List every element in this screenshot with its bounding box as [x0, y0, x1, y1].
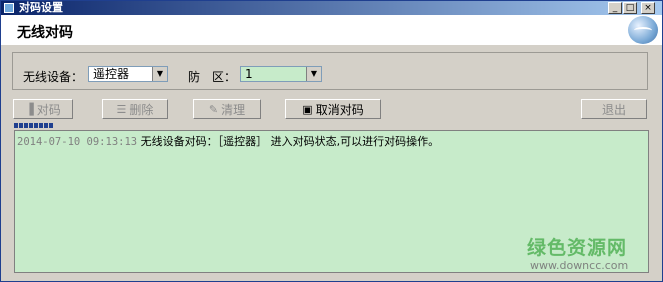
clear-button[interactable]: ✎ 清理: [193, 99, 261, 119]
log-message: 无线设备对码：［遥控器］ 进入对码状态,可以进行对码操作。: [140, 135, 440, 148]
delete-icon: ☰: [116, 102, 127, 116]
minimize-button[interactable]: _: [608, 2, 622, 14]
log-entry: 2014-07-10 09:13:13 无线设备对码：［遥控器］ 进入对码状态,…: [17, 133, 439, 149]
window-title: 对码设置: [19, 1, 63, 14]
stop-icon: ▣: [302, 102, 313, 116]
progress-indicator: [14, 123, 54, 128]
brush-icon: ✎: [208, 102, 219, 116]
clear-button-label: 清理: [221, 102, 246, 117]
chevron-down-icon[interactable]: ▼: [306, 67, 321, 81]
page-title: 无线对码: [17, 25, 73, 41]
chevron-down-icon[interactable]: ▼: [152, 67, 167, 81]
log-area[interactable]: 2014-07-10 09:13:13 无线设备对码：［遥控器］ 进入对码状态,…: [14, 130, 649, 273]
pair-button[interactable]: ▐ 对码: [13, 99, 73, 119]
header-banner: 无线对码: [1, 15, 662, 45]
exit-button[interactable]: 退出: [581, 99, 647, 119]
watermark-url: www.downcc.com: [530, 259, 629, 272]
zone-label: 防 区：: [188, 70, 237, 84]
device-select-value: 遥控器: [91, 67, 132, 81]
pair-icon: ▐: [25, 102, 34, 116]
settings-group: 无线设备： 遥控器 ▼ 防 区： 1 ▼: [12, 52, 648, 90]
cancel-pair-button[interactable]: ▣ 取消对码: [285, 99, 381, 119]
dialog-window: 对码设置 _ □ × 无线对码 无线设备： 遥控器 ▼ 防 区： 1 ▼ ▐ 对…: [0, 0, 663, 282]
pair-button-label: 对码: [36, 102, 61, 117]
close-button[interactable]: ×: [641, 2, 655, 14]
zone-select[interactable]: 1 ▼: [240, 66, 322, 82]
device-select[interactable]: 遥控器 ▼: [88, 66, 168, 82]
delete-button-label: 删除: [129, 102, 154, 117]
device-label: 无线设备：: [23, 70, 84, 84]
zone-select-value: 1: [245, 67, 253, 81]
app-icon: [4, 3, 14, 13]
exit-button-label: 退出: [601, 102, 626, 117]
globe-icon: [628, 16, 658, 44]
watermark-text: 绿色资源网: [527, 237, 628, 259]
delete-button[interactable]: ☰ 删除: [102, 99, 168, 119]
maximize-button[interactable]: □: [623, 2, 637, 14]
title-bar[interactable]: 对码设置 _ □ ×: [1, 1, 662, 15]
log-timestamp: 2014-07-10 09:13:13: [17, 136, 138, 148]
cancel-pair-button-label: 取消对码: [315, 102, 364, 117]
